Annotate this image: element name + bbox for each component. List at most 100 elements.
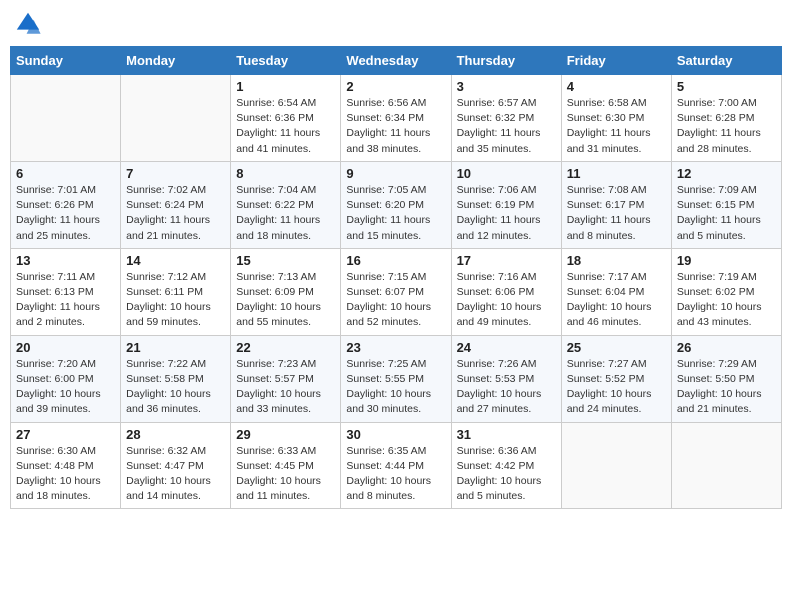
calendar-cell: 18 Sunrise: 7:17 AMSunset: 6:04 PMDayligh… <box>561 248 671 335</box>
day-number: 1 <box>236 79 335 94</box>
calendar-cell: 3 Sunrise: 6:57 AMSunset: 6:32 PMDaylight… <box>451 75 561 162</box>
calendar-cell: 26 Sunrise: 7:29 AMSunset: 5:50 PMDayligh… <box>671 335 781 422</box>
calendar-cell <box>121 75 231 162</box>
calendar-cell: 22 Sunrise: 7:23 AMSunset: 5:57 PMDayligh… <box>231 335 341 422</box>
day-number: 31 <box>457 427 556 442</box>
day-info: Sunrise: 7:22 AMSunset: 5:58 PMDaylight:… <box>126 357 225 418</box>
day-number: 20 <box>16 340 115 355</box>
day-info: Sunrise: 6:36 AMSunset: 4:42 PMDaylight:… <box>457 444 556 505</box>
calendar-week-2: 6 Sunrise: 7:01 AMSunset: 6:26 PMDaylight… <box>11 161 782 248</box>
day-info: Sunrise: 7:13 AMSunset: 6:09 PMDaylight:… <box>236 270 335 331</box>
calendar-cell: 28 Sunrise: 6:32 AMSunset: 4:47 PMDayligh… <box>121 422 231 509</box>
calendar-cell <box>671 422 781 509</box>
day-number: 5 <box>677 79 776 94</box>
calendar-cell: 2Sunrise: 6:56 AMSunset: 6:34 PMDaylight… <box>341 75 451 162</box>
calendar-cell: 19Sunrise: 7:19 AMSunset: 6:02 PMDayligh… <box>671 248 781 335</box>
day-info: Sunrise: 7:05 AMSunset: 6:20 PMDaylight:… <box>346 183 445 244</box>
calendar-cell: 8Sunrise: 7:04 AMSunset: 6:22 PMDaylight… <box>231 161 341 248</box>
day-number: 24 <box>457 340 556 355</box>
calendar-cell: 9 Sunrise: 7:05 AMSunset: 6:20 PMDaylight… <box>341 161 451 248</box>
day-info: Sunrise: 7:02 AMSunset: 6:24 PMDaylight:… <box>126 183 225 244</box>
day-number: 28 <box>126 427 225 442</box>
day-number: 21 <box>126 340 225 355</box>
calendar-cell: 21 Sunrise: 7:22 AMSunset: 5:58 PMDayligh… <box>121 335 231 422</box>
day-number: 15 <box>236 253 335 268</box>
day-info: Sunrise: 6:35 AMSunset: 4:44 PMDaylight:… <box>346 444 445 505</box>
day-info: Sunrise: 7:23 AMSunset: 5:57 PMDaylight:… <box>236 357 335 418</box>
day-number: 25 <box>567 340 666 355</box>
day-number: 22 <box>236 340 335 355</box>
day-number: 16 <box>346 253 445 268</box>
calendar-week-4: 20 Sunrise: 7:20 AMSunset: 6:00 PMDayligh… <box>11 335 782 422</box>
day-number: 19 <box>677 253 776 268</box>
calendar-week-3: 13 Sunrise: 7:11 AMSunset: 6:13 PMDayligh… <box>11 248 782 335</box>
calendar-cell: 1 Sunrise: 6:54 AMSunset: 6:36 PMDaylight… <box>231 75 341 162</box>
calendar-cell: 14Sunrise: 7:12 AMSunset: 6:11 PMDayligh… <box>121 248 231 335</box>
day-info: Sunrise: 7:27 AMSunset: 5:52 PMDaylight:… <box>567 357 666 418</box>
calendar-cell: 15 Sunrise: 7:13 AMSunset: 6:09 PMDayligh… <box>231 248 341 335</box>
calendar-cell: 24 Sunrise: 7:26 AMSunset: 5:53 PMDayligh… <box>451 335 561 422</box>
day-info: Sunrise: 7:25 AMSunset: 5:55 PMDaylight:… <box>346 357 445 418</box>
day-number: 23 <box>346 340 445 355</box>
day-info: Sunrise: 7:16 AMSunset: 6:06 PMDaylight:… <box>457 270 556 331</box>
calendar-cell <box>561 422 671 509</box>
calendar-cell: 23 Sunrise: 7:25 AMSunset: 5:55 PMDayligh… <box>341 335 451 422</box>
calendar-table: SundayMondayTuesdayWednesdayThursdayFrid… <box>10 46 782 509</box>
day-info: Sunrise: 7:01 AMSunset: 6:26 PMDaylight:… <box>16 183 115 244</box>
day-number: 3 <box>457 79 556 94</box>
day-info: Sunrise: 6:57 AMSunset: 6:32 PMDaylight:… <box>457 96 556 157</box>
day-number: 26 <box>677 340 776 355</box>
col-header-monday: Monday <box>121 47 231 75</box>
col-header-friday: Friday <box>561 47 671 75</box>
calendar-cell: 29 Sunrise: 6:33 AMSunset: 4:45 PMDayligh… <box>231 422 341 509</box>
calendar-cell: 4 Sunrise: 6:58 AMSunset: 6:30 PMDaylight… <box>561 75 671 162</box>
day-number: 27 <box>16 427 115 442</box>
calendar-cell: 25 Sunrise: 7:27 AMSunset: 5:52 PMDayligh… <box>561 335 671 422</box>
day-number: 9 <box>346 166 445 181</box>
day-number: 17 <box>457 253 556 268</box>
day-number: 4 <box>567 79 666 94</box>
calendar-cell: 6 Sunrise: 7:01 AMSunset: 6:26 PMDaylight… <box>11 161 121 248</box>
day-info: Sunrise: 7:09 AMSunset: 6:15 PMDaylight:… <box>677 183 776 244</box>
calendar-cell: 11 Sunrise: 7:08 AMSunset: 6:17 PMDayligh… <box>561 161 671 248</box>
day-info: Sunrise: 6:32 AMSunset: 4:47 PMDaylight:… <box>126 444 225 505</box>
day-info: Sunrise: 6:58 AMSunset: 6:30 PMDaylight:… <box>567 96 666 157</box>
calendar-cell: 20 Sunrise: 7:20 AMSunset: 6:00 PMDayligh… <box>11 335 121 422</box>
day-number: 29 <box>236 427 335 442</box>
day-info: Sunrise: 7:17 AMSunset: 6:04 PMDaylight:… <box>567 270 666 331</box>
calendar-cell: 31 Sunrise: 6:36 AMSunset: 4:42 PMDayligh… <box>451 422 561 509</box>
day-info: Sunrise: 7:29 AMSunset: 5:50 PMDaylight:… <box>677 357 776 418</box>
day-number: 2 <box>346 79 445 94</box>
calendar-cell: 12 Sunrise: 7:09 AMSunset: 6:15 PMDayligh… <box>671 161 781 248</box>
col-header-saturday: Saturday <box>671 47 781 75</box>
calendar-week-1: 1 Sunrise: 6:54 AMSunset: 6:36 PMDaylight… <box>11 75 782 162</box>
calendar-cell: 27Sunrise: 6:30 AMSunset: 4:48 PMDayligh… <box>11 422 121 509</box>
col-header-tuesday: Tuesday <box>231 47 341 75</box>
day-number: 14 <box>126 253 225 268</box>
day-number: 11 <box>567 166 666 181</box>
day-number: 18 <box>567 253 666 268</box>
calendar-cell: 30 Sunrise: 6:35 AMSunset: 4:44 PMDayligh… <box>341 422 451 509</box>
day-info: Sunrise: 7:26 AMSunset: 5:53 PMDaylight:… <box>457 357 556 418</box>
day-info: Sunrise: 6:54 AMSunset: 6:36 PMDaylight:… <box>236 96 335 157</box>
calendar-cell: 17 Sunrise: 7:16 AMSunset: 6:06 PMDayligh… <box>451 248 561 335</box>
col-header-sunday: Sunday <box>11 47 121 75</box>
day-info: Sunrise: 7:11 AMSunset: 6:13 PMDaylight:… <box>16 270 115 331</box>
calendar-cell: 7 Sunrise: 7:02 AMSunset: 6:24 PMDaylight… <box>121 161 231 248</box>
day-number: 13 <box>16 253 115 268</box>
day-info: Sunrise: 7:06 AMSunset: 6:19 PMDaylight:… <box>457 183 556 244</box>
calendar-week-5: 27Sunrise: 6:30 AMSunset: 4:48 PMDayligh… <box>11 422 782 509</box>
calendar-cell: 10Sunrise: 7:06 AMSunset: 6:19 PMDayligh… <box>451 161 561 248</box>
logo-icon <box>14 10 42 38</box>
day-info: Sunrise: 7:04 AMSunset: 6:22 PMDaylight:… <box>236 183 335 244</box>
day-info: Sunrise: 7:15 AMSunset: 6:07 PMDaylight:… <box>346 270 445 331</box>
day-info: Sunrise: 7:08 AMSunset: 6:17 PMDaylight:… <box>567 183 666 244</box>
day-number: 30 <box>346 427 445 442</box>
day-number: 7 <box>126 166 225 181</box>
day-number: 12 <box>677 166 776 181</box>
day-number: 6 <box>16 166 115 181</box>
calendar-cell: 13 Sunrise: 7:11 AMSunset: 6:13 PMDayligh… <box>11 248 121 335</box>
day-info: Sunrise: 6:33 AMSunset: 4:45 PMDaylight:… <box>236 444 335 505</box>
day-info: Sunrise: 7:20 AMSunset: 6:00 PMDaylight:… <box>16 357 115 418</box>
day-info: Sunrise: 7:00 AMSunset: 6:28 PMDaylight:… <box>677 96 776 157</box>
